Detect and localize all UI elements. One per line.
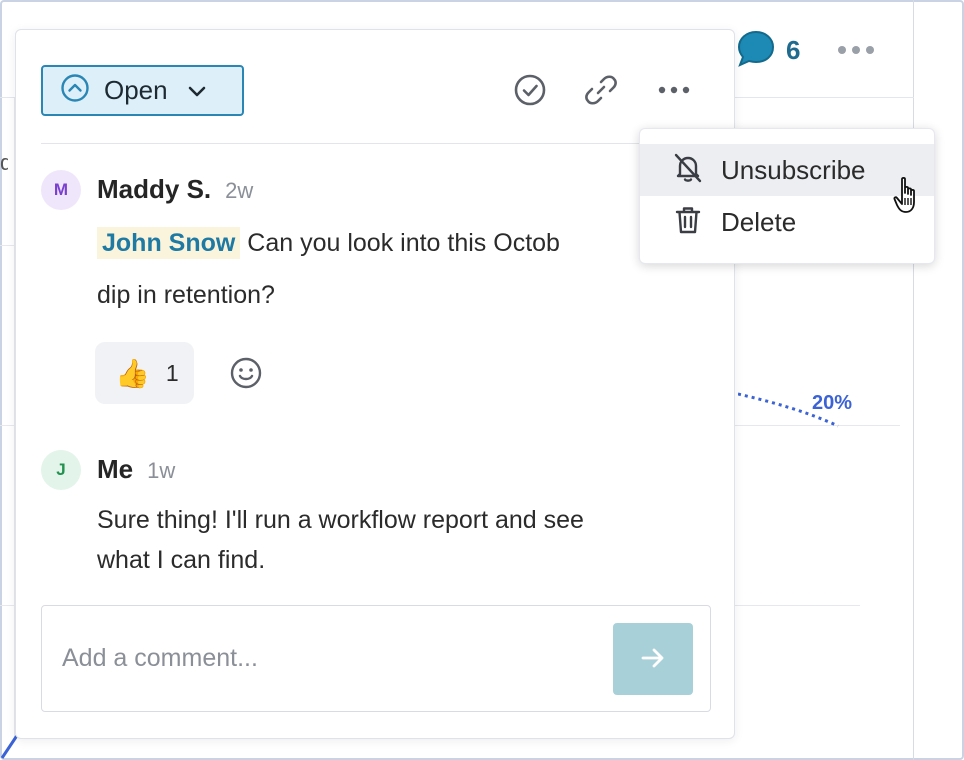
link-icon (584, 73, 618, 112)
avatar: J (41, 450, 81, 490)
comment-author-line: Maddy S. 2w (97, 174, 253, 205)
status-label: Open (104, 75, 168, 105)
reaction-chip[interactable]: 👍 1 (95, 342, 194, 404)
comment-author-line: Me 1w (97, 454, 175, 485)
menu-item-label: Unsubscribe (721, 154, 866, 185)
reaction-count: 1 (165, 359, 179, 386)
status-dropdown[interactable]: Open (41, 65, 244, 116)
chat-bubble-icon (736, 28, 776, 73)
smiley-icon (229, 357, 263, 394)
comment-text-line: what I can find. (97, 546, 266, 574)
user-mention[interactable]: John Snow (97, 227, 241, 259)
more-icon[interactable] (836, 36, 876, 69)
comment-counter[interactable]: 6 (736, 28, 800, 73)
comment-thread-popover: Open M Maddy S. 2w John Snow Can you loo… (15, 29, 735, 739)
header-divider (41, 143, 711, 144)
trash-icon (671, 203, 705, 242)
resolve-button[interactable] (512, 74, 548, 110)
comment-author: Me (97, 454, 134, 484)
chart-annotation: 20% (812, 392, 853, 414)
chevron-down-icon (186, 80, 208, 102)
avatar: M (41, 170, 81, 210)
thumbs-up-icon: 👍 (115, 357, 150, 389)
comment-text: Can you look into this Octob (247, 229, 560, 257)
send-button[interactable] (613, 623, 693, 695)
copy-link-button[interactable] (583, 74, 619, 110)
comment-composer (41, 605, 711, 712)
comment-text-line: John Snow Can you look into this Octob (97, 217, 560, 269)
comment-author: Maddy S. (97, 174, 212, 204)
hand-pointer-icon (893, 176, 927, 221)
open-status-icon (60, 73, 90, 108)
comment-count: 6 (786, 35, 801, 65)
check-circle-icon (513, 73, 547, 112)
menu-item-unsubscribe[interactable]: Unsubscribe (640, 144, 934, 196)
background-truncated-label: d (0, 150, 8, 175)
thread-options-button[interactable] (656, 74, 692, 110)
bell-off-icon (671, 151, 705, 190)
comment-item: J Me 1w Sure thing! I'll run a workflow r… (41, 450, 711, 590)
add-reaction-button[interactable] (229, 356, 263, 390)
more-icon (657, 83, 691, 101)
comment-text-line: dip in retention? (97, 281, 275, 309)
menu-item-delete[interactable]: Delete (640, 196, 934, 248)
thread-options-menu: Unsubscribe Delete (639, 128, 935, 264)
comment-input[interactable] (62, 632, 602, 684)
comment-age: 1w (147, 458, 176, 483)
comment-text-line: Sure thing! I'll run a workflow report a… (97, 506, 584, 534)
arrow-right-icon (639, 644, 667, 675)
comment-age: 2w (225, 178, 254, 203)
menu-item-label: Delete (721, 206, 797, 237)
